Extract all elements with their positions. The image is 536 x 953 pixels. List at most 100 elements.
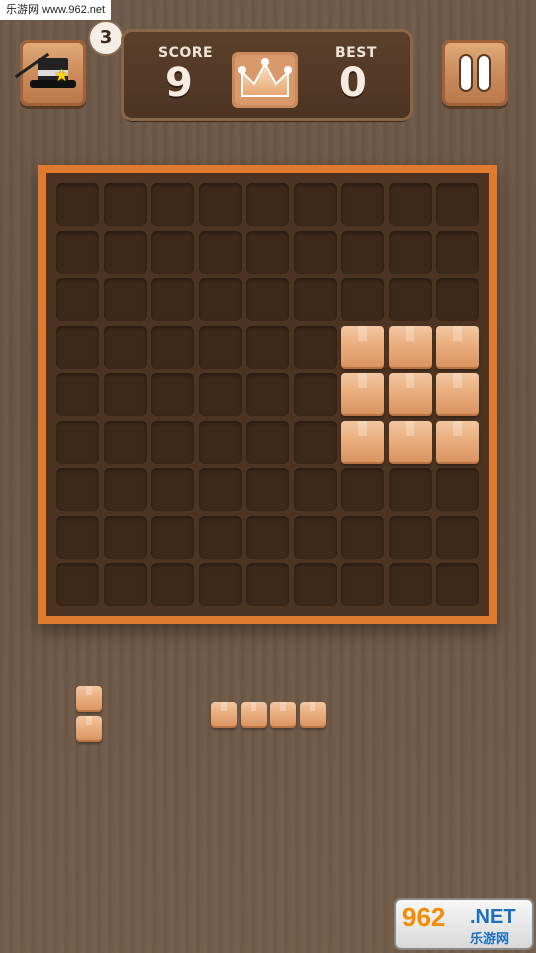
board-cell[interactable] xyxy=(246,278,289,321)
board-cell[interactable] xyxy=(151,468,194,511)
board-cell[interactable] xyxy=(103,278,147,321)
board-cell[interactable] xyxy=(246,230,289,274)
board-cell[interactable] xyxy=(293,278,337,321)
filled-cell[interactable] xyxy=(341,373,384,416)
board-cell[interactable] xyxy=(103,563,147,606)
score-label: SCORE xyxy=(158,45,214,61)
board-cell[interactable] xyxy=(388,278,432,321)
board-cell[interactable] xyxy=(103,325,147,369)
board-cell[interactable] xyxy=(246,373,289,416)
piece-block xyxy=(76,715,102,742)
board-cell[interactable] xyxy=(103,468,147,511)
piece-block xyxy=(270,702,296,728)
board-cell[interactable] xyxy=(436,563,479,606)
board-cell[interactable] xyxy=(151,373,194,416)
game-board xyxy=(38,165,497,624)
board-cell[interactable] xyxy=(388,563,432,606)
board-cell[interactable] xyxy=(293,373,337,416)
board-cell[interactable] xyxy=(151,230,194,274)
piece-block xyxy=(240,702,267,728)
board-cell[interactable] xyxy=(151,183,194,226)
filled-cell[interactable] xyxy=(388,325,432,369)
board-cell[interactable] xyxy=(341,278,384,321)
hint-button[interactable]: ★ xyxy=(14,40,86,106)
board-cell[interactable] xyxy=(56,515,99,559)
board-cell[interactable] xyxy=(198,278,242,321)
watermark-bottom: 962 .NET 乐游网 xyxy=(396,900,532,948)
board-cell[interactable] xyxy=(436,515,479,559)
board-cell[interactable] xyxy=(341,515,384,559)
board-cell[interactable] xyxy=(198,325,242,369)
board-cell[interactable] xyxy=(293,420,337,464)
filled-cell[interactable] xyxy=(341,420,384,464)
board-cell[interactable] xyxy=(246,563,289,606)
board-cell[interactable] xyxy=(56,373,99,416)
score-value: 9 xyxy=(165,60,193,106)
filled-cell[interactable] xyxy=(388,420,432,464)
board-cell[interactable] xyxy=(151,325,194,369)
board-cell[interactable] xyxy=(388,230,432,274)
board-cell[interactable] xyxy=(103,373,147,416)
board-cell[interactable] xyxy=(341,563,384,606)
board-cell[interactable] xyxy=(56,278,99,321)
board-cell[interactable] xyxy=(198,468,242,511)
filled-cell[interactable] xyxy=(436,325,479,369)
board-cell[interactable] xyxy=(56,230,99,274)
board-cell[interactable] xyxy=(388,183,432,226)
board-cell[interactable] xyxy=(103,515,147,559)
board-cell[interactable] xyxy=(293,230,337,274)
board-cell[interactable] xyxy=(293,563,337,606)
board-cell[interactable] xyxy=(56,325,99,369)
watermark-cn: 乐游网 xyxy=(470,932,510,947)
board-cell[interactable] xyxy=(198,515,242,559)
board-cell[interactable] xyxy=(246,515,289,559)
board-cell[interactable] xyxy=(198,563,242,606)
board-grid xyxy=(46,173,489,616)
board-cell[interactable] xyxy=(151,278,194,321)
board-cell[interactable] xyxy=(436,468,479,511)
board-cell[interactable] xyxy=(103,183,147,226)
board-cell[interactable] xyxy=(436,230,479,274)
board-cell[interactable] xyxy=(293,325,337,369)
pause-icon xyxy=(461,56,471,90)
board-cell[interactable] xyxy=(198,373,242,416)
board-cell[interactable] xyxy=(198,230,242,274)
board-cell[interactable] xyxy=(341,230,384,274)
board-cell[interactable] xyxy=(293,468,337,511)
board-cell[interactable] xyxy=(436,183,479,226)
board-cell[interactable] xyxy=(151,563,194,606)
board-cell[interactable] xyxy=(56,563,99,606)
board-cell[interactable] xyxy=(56,420,99,464)
board-cell[interactable] xyxy=(436,278,479,321)
board-cell[interactable] xyxy=(151,515,194,559)
filled-cell[interactable] xyxy=(341,325,384,369)
piece-block xyxy=(299,702,326,728)
board-cell[interactable] xyxy=(56,183,99,226)
board-cell[interactable] xyxy=(293,183,337,226)
board-cell[interactable] xyxy=(198,183,242,226)
filled-cell[interactable] xyxy=(436,373,479,416)
board-cell[interactable] xyxy=(246,420,289,464)
board-cell[interactable] xyxy=(103,230,147,274)
board-cell[interactable] xyxy=(56,468,99,511)
filled-cell[interactable] xyxy=(436,420,479,464)
filled-cell[interactable] xyxy=(388,373,432,416)
board-cell[interactable] xyxy=(151,420,194,464)
board-cell[interactable] xyxy=(388,468,432,511)
board-cell[interactable] xyxy=(103,420,147,464)
best-label: BEST xyxy=(335,45,377,61)
board-cell[interactable] xyxy=(246,183,289,226)
board-cell[interactable] xyxy=(246,325,289,369)
board-cell[interactable] xyxy=(246,468,289,511)
board-cell[interactable] xyxy=(341,183,384,226)
piece-block xyxy=(76,686,102,712)
pause-button[interactable] xyxy=(442,40,508,106)
piece-block xyxy=(211,702,237,728)
best-value: 0 xyxy=(339,60,367,106)
board-cell[interactable] xyxy=(198,420,242,464)
star-icon: ★ xyxy=(54,66,70,86)
board-cell[interactable] xyxy=(341,468,384,511)
board-cell[interactable] xyxy=(388,515,432,559)
watermark-top: 乐游网 www.962.net xyxy=(0,0,112,20)
board-cell[interactable] xyxy=(293,515,337,559)
